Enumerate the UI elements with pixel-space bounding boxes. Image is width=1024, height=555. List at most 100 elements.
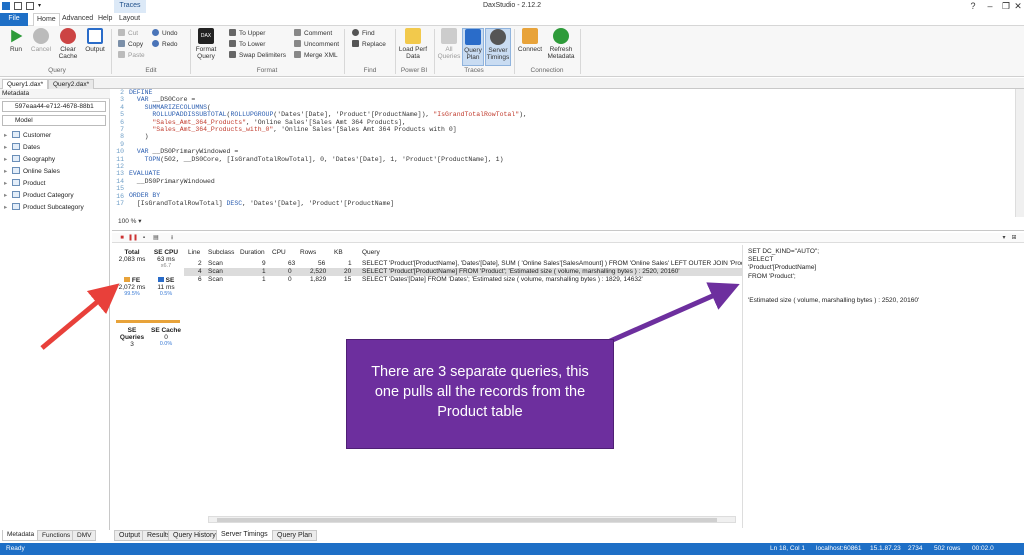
- tab-output[interactable]: Output: [114, 530, 146, 541]
- tab-layout[interactable]: Layout: [119, 15, 140, 22]
- timings-horizontal-scrollbar[interactable]: [208, 516, 736, 523]
- code-line: ROLLUPADDISSUBTOTAL(ROLLUPGROUP('Dates'[…: [152, 111, 527, 119]
- table-customer[interactable]: ▸ Customer: [4, 131, 51, 139]
- line-number: 5: [120, 111, 124, 119]
- tab-help[interactable]: Help: [98, 15, 112, 22]
- col-kb[interactable]: KB: [334, 249, 343, 256]
- ribbon: Run Cancel Clear Cache Output Query Cut …: [0, 26, 1024, 77]
- table-row[interactable]: 2 Scan 9 63 56 1 SELECT 'Product'[Produc…: [184, 260, 742, 268]
- cancel-button[interactable]: Cancel: [29, 28, 53, 53]
- editor-scrollbar[interactable]: [1015, 89, 1024, 217]
- code-text[interactable]: DEFINE VAR __DS0Core = SUMMARIZECOLUMNS(…: [129, 89, 1014, 207]
- redo-button[interactable]: Redo: [152, 40, 178, 48]
- col-rows[interactable]: Rows: [300, 249, 316, 256]
- cut-button[interactable]: Cut: [118, 29, 138, 37]
- table-product-subcategory[interactable]: ▸ Product Subcategory: [4, 203, 84, 211]
- connect-button[interactable]: Connect: [517, 28, 543, 53]
- uncomment-button[interactable]: Uncomment: [294, 40, 339, 48]
- se-label: SE: [165, 277, 175, 284]
- tab-home[interactable]: Home: [33, 13, 60, 26]
- paste-icon: [118, 51, 125, 58]
- timings-toolbar: ■ ❚❚ ▪ ▤ ⭳ ▾ ⊞: [112, 233, 1024, 243]
- se-cpu-label: SE CPU: [153, 249, 179, 256]
- expand-icon[interactable]: ▸: [4, 143, 12, 151]
- swap-delimiters-button[interactable]: Swap Delimiters: [229, 51, 286, 59]
- se-cpu-ratio: x6.7: [160, 263, 172, 269]
- doc-tab-query2[interactable]: Query2.dax*: [48, 79, 95, 89]
- connect-icon: [522, 28, 538, 44]
- tab-advanced[interactable]: Advanced: [62, 15, 93, 22]
- col-line[interactable]: Line: [188, 249, 200, 256]
- all-queries-button[interactable]: All Queries: [437, 28, 461, 60]
- stop-trace-icon[interactable]: ■: [118, 234, 126, 242]
- undo-icon: [152, 29, 159, 36]
- tab-functions[interactable]: Functions: [37, 530, 76, 541]
- comment-button[interactable]: Comment: [294, 29, 332, 37]
- panel-pin-icon[interactable]: ⊞: [1010, 234, 1018, 242]
- tab-query-plan[interactable]: Query Plan: [272, 530, 318, 541]
- minimize-icon[interactable]: –: [982, 1, 998, 11]
- table-icon: [12, 191, 20, 198]
- code-line: VAR __DS0PrimaryWindowed =: [136, 148, 239, 156]
- table-product[interactable]: ▸ Product: [4, 179, 45, 187]
- tab-query-history[interactable]: Query History: [168, 530, 221, 541]
- pause-trace-icon[interactable]: ❚❚: [128, 234, 138, 242]
- replace-button[interactable]: Replace: [352, 40, 386, 48]
- query-text-pane[interactable]: SET DC_KIND="AUTO"; SELECT 'Product'[Pro…: [742, 245, 1024, 528]
- table-row[interactable]: 6 Scan 1 0 1,829 15 SELECT 'Dates'[Date]…: [184, 276, 742, 284]
- query-plan-button[interactable]: Query Plan: [462, 28, 484, 66]
- expand-icon[interactable]: ▸: [4, 179, 12, 187]
- copy-button[interactable]: Copy: [118, 40, 143, 48]
- line-number: 14: [116, 177, 124, 185]
- col-query[interactable]: Query: [362, 249, 380, 256]
- se-cpu-value: 63 ms: [157, 256, 175, 263]
- table-row-selected[interactable]: 4 Scan 1 0 2,520 20 SELECT 'Product'[Pro…: [184, 268, 742, 276]
- clear-cache-button[interactable]: Clear Cache: [56, 28, 80, 60]
- close-icon[interactable]: ✕: [1010, 1, 1024, 12]
- expand-icon[interactable]: ▸: [4, 167, 12, 175]
- panel-dropdown-icon[interactable]: ▾: [1000, 234, 1008, 242]
- metadata-header: Metadata: [0, 89, 110, 99]
- query-editor[interactable]: 2 3 4 5 6 7 8 9 10 11 12 13 14 15 16 17 DEFINE VAR __DS…: [112, 89, 1024, 231]
- col-cpu[interactable]: CPU: [272, 249, 286, 256]
- scrollbar-thumb[interactable]: [217, 518, 717, 522]
- to-lower-button[interactable]: To Lower: [229, 40, 265, 48]
- tab-dmv[interactable]: DMV: [72, 530, 97, 541]
- expand-icon[interactable]: ▸: [4, 203, 12, 211]
- ribbon-separator: [580, 29, 581, 74]
- copy-trace-icon[interactable]: ▤: [152, 234, 160, 242]
- database-selector[interactable]: 597eaa44-e712-4678-88b1: [2, 101, 106, 112]
- clear-trace-icon[interactable]: ▪: [140, 234, 148, 242]
- col-duration[interactable]: Duration: [240, 249, 265, 256]
- tab-metadata[interactable]: Metadata: [2, 530, 40, 541]
- expand-icon[interactable]: ▸: [4, 155, 12, 163]
- ribbon-separator: [111, 29, 112, 74]
- refresh-metadata-button[interactable]: Refresh Metadata: [545, 28, 577, 60]
- expand-icon[interactable]: ▸: [4, 131, 12, 139]
- undo-button[interactable]: Undo: [152, 29, 178, 37]
- tab-file[interactable]: File: [0, 13, 28, 26]
- output-button[interactable]: Output: [83, 28, 107, 53]
- merge-xml-button[interactable]: Merge XML: [294, 51, 338, 59]
- doc-tab-query1[interactable]: Query1.dax*: [2, 79, 49, 89]
- table-product-category[interactable]: ▸ Product Category: [4, 191, 74, 199]
- tab-server-timings[interactable]: Server Timings: [216, 530, 273, 541]
- table-dates[interactable]: ▸ Dates: [4, 143, 40, 151]
- server-timings-button[interactable]: Server Timings: [485, 28, 511, 66]
- expand-icon[interactable]: ▸: [4, 191, 12, 199]
- to-upper-button[interactable]: To Upper: [229, 29, 265, 37]
- format-query-button[interactable]: DAX Format Query: [193, 28, 219, 60]
- server-timings-icon: [490, 29, 506, 45]
- col-subclass[interactable]: Subclass: [208, 249, 234, 256]
- model-selector[interactable]: Model: [2, 115, 106, 126]
- load-perf-data-button[interactable]: Load Perf Data: [398, 28, 428, 60]
- to-upper-icon: [229, 29, 236, 36]
- table-geography[interactable]: ▸ Geography: [4, 155, 55, 163]
- table-online-sales[interactable]: ▸ Online Sales: [4, 167, 60, 175]
- run-button[interactable]: Run: [4, 28, 28, 53]
- zoom-level[interactable]: 100 % ▾: [118, 217, 142, 225]
- paste-button[interactable]: Paste: [118, 51, 145, 59]
- export-trace-icon[interactable]: ⭳: [168, 234, 176, 242]
- find-button[interactable]: Find: [352, 29, 375, 37]
- help-icon[interactable]: ?: [965, 1, 981, 11]
